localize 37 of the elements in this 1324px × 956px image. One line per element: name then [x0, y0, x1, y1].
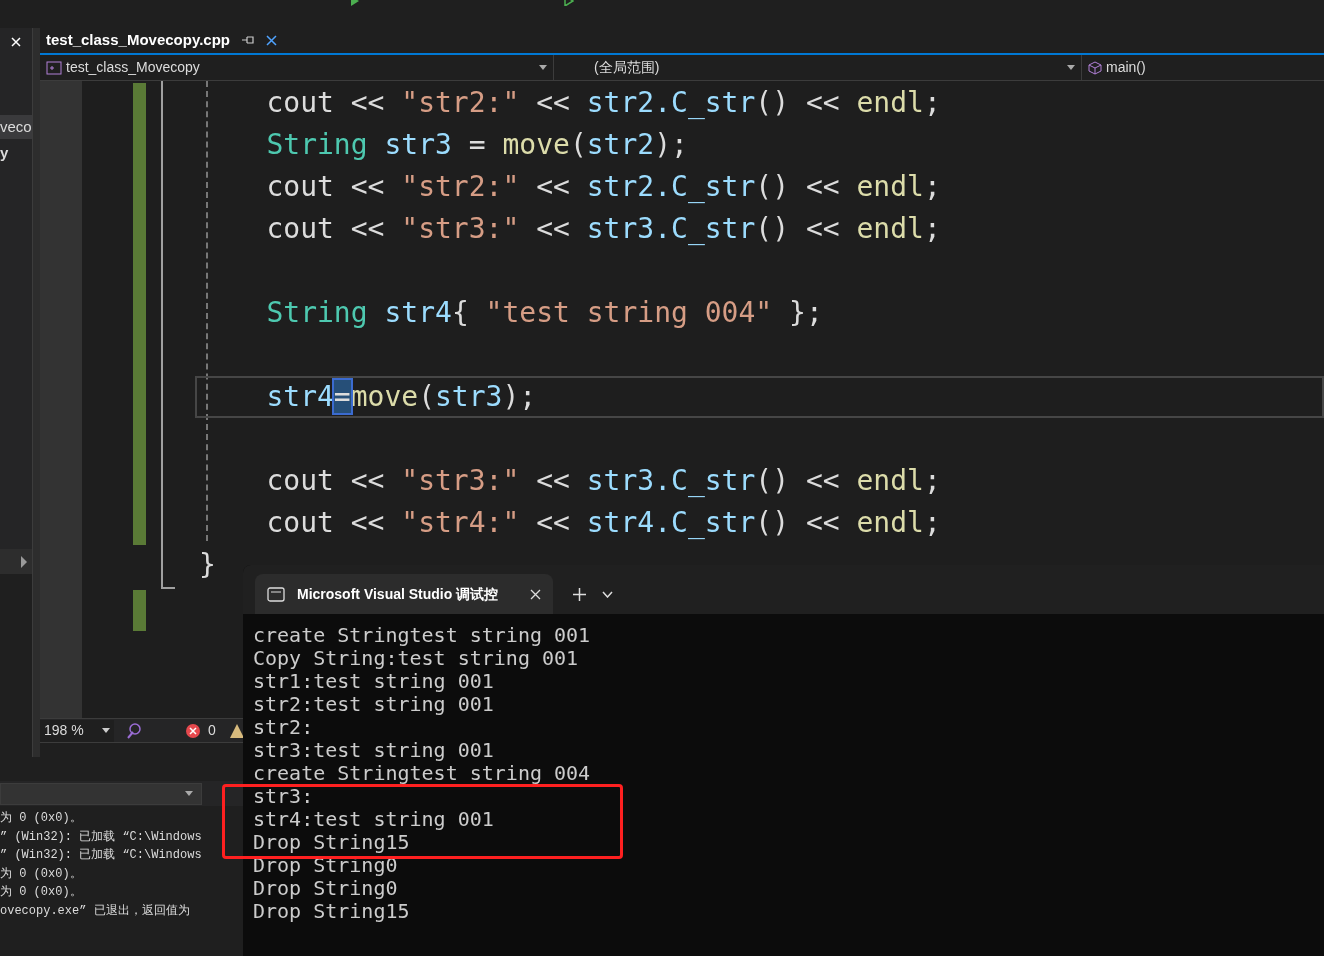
code-line: str4=move(str3);	[265, 379, 537, 415]
code-line: cout << "str3:" << str3.C_str() << endl;	[265, 211, 941, 247]
code-line: cout << "str2:" << str2.C_str() << endl;	[265, 85, 941, 121]
output-line: ” (Win32): 已加载 “C:\Windows	[0, 847, 203, 864]
console-tab[interactable]: Microsoft Visual Studio 调试控	[255, 574, 553, 614]
console-line: create Stringtest string 004	[253, 762, 592, 785]
output-line: ” (Win32): 已加载 “C:\Windows	[0, 828, 203, 846]
project-dropdown[interactable]: test_class_Movecopy	[40, 55, 554, 80]
console-line: Drop String0	[253, 854, 399, 877]
tree-item-label[interactable]: veco	[0, 115, 32, 139]
output-line: 为 0 (0x0)。	[0, 810, 83, 827]
console-line: str2:test string 001	[253, 693, 495, 716]
console-line: Drop String15	[253, 831, 411, 854]
console-line: str1:test string 001	[253, 670, 495, 693]
console-line: Drop String0	[253, 877, 399, 900]
output-line: 为 0 (0x0)。	[0, 865, 83, 883]
member-dropdown[interactable]: main()	[1082, 55, 1324, 80]
code-line: cout << "str3:" << str3.C_str() << endl;	[265, 463, 941, 499]
output-line: ovecopy.exe” 已退出，返回值为	[0, 902, 191, 920]
console-line: str3:	[253, 785, 315, 808]
tree-item-label[interactable]: y	[0, 139, 32, 167]
console-line: str4:test string 001	[253, 808, 495, 831]
code-line: }	[199, 547, 216, 583]
tab-title: Microsoft Visual Studio 调试控	[297, 584, 500, 604]
output-line: 为 0 (0x0)。	[0, 884, 83, 901]
console-line: create Stringtest string 001	[253, 624, 592, 647]
code-line: String str4{ "test string 004" };	[265, 295, 823, 331]
code-line: String str3 = move(str2);	[265, 127, 688, 163]
error-count: 0	[208, 721, 216, 740]
zoom-dropdown[interactable]: 198 %	[40, 719, 114, 742]
code-line: cout << "str2:" << str2.C_str() << endl;	[265, 169, 941, 205]
console-line: str3:test string 001	[253, 739, 495, 762]
console-line: str2:	[253, 716, 315, 739]
scope-dropdown[interactable]: (全局范围)	[554, 55, 1082, 80]
console-line: Copy String:test string 001	[253, 647, 580, 670]
console-line: Drop String15	[253, 900, 411, 923]
code-line: cout << "str4:" << str4.C_str() << endl;	[265, 505, 941, 541]
